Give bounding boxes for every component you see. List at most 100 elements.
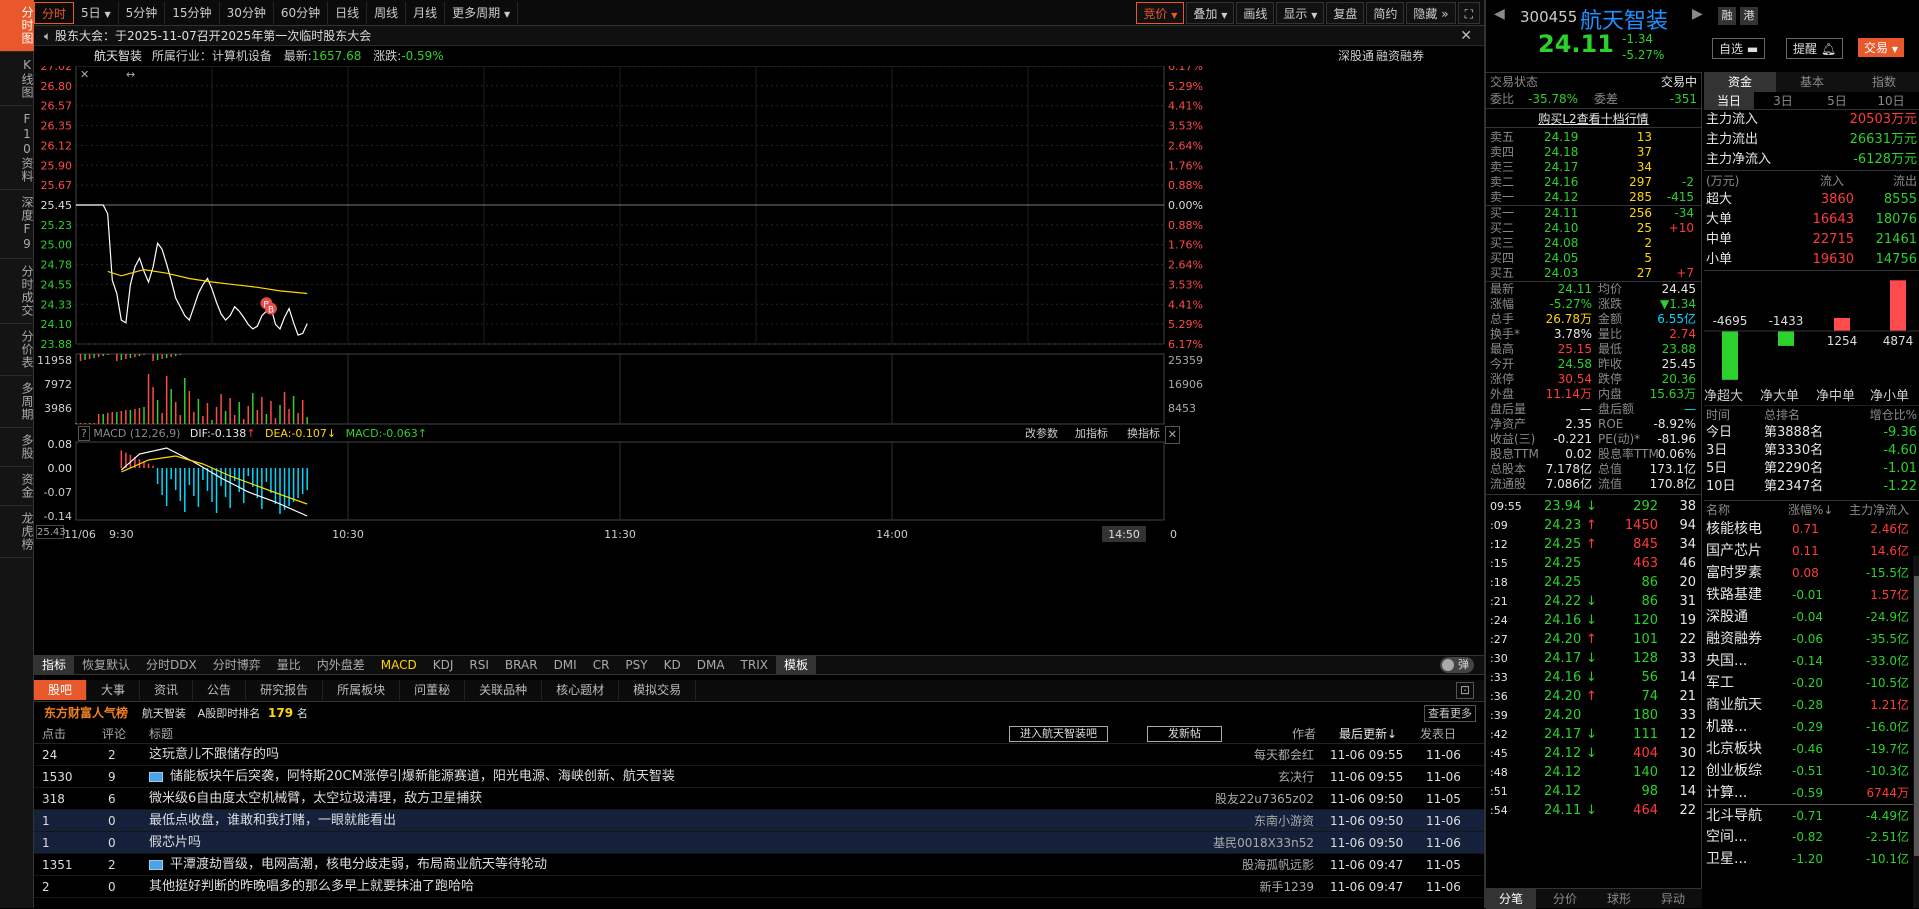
tab-trades[interactable]: 分时成交 (0, 259, 34, 324)
add-watch-button[interactable]: 自选 ▬ (1712, 38, 1766, 59)
col-clicks[interactable]: 点击 (42, 724, 66, 744)
sector-row[interactable]: 富时罗素 0.08 -15.5亿 (1704, 562, 1919, 584)
period-60min[interactable]: 60分钟 (274, 2, 329, 24)
tab-psy[interactable]: PSY (617, 656, 655, 674)
tab-rsi[interactable]: RSI (461, 656, 497, 674)
trade-button[interactable]: 交易 ▼ (1858, 38, 1904, 57)
buy-level[interactable]: 买二 24.10 25 +10 (1486, 221, 1701, 236)
new-post-button[interactable]: 发新帖 (1147, 726, 1222, 742)
col-updated[interactable]: 最后更新↓ (1339, 724, 1397, 744)
next-stock-icon[interactable]: ▶ (1692, 6, 1703, 22)
tick-tab-trades[interactable]: 分笔 (1486, 889, 1536, 909)
tick-tab-price[interactable]: 分价 (1540, 889, 1590, 909)
tab-inner-outer[interactable]: 内外盘差 (309, 656, 373, 674)
buy-level[interactable]: 买五 24.03 27 +7 (1486, 266, 1701, 281)
tab-kline[interactable]: K线图 (0, 52, 34, 106)
period-30min[interactable]: 30分钟 (220, 2, 274, 24)
forum-tab-research[interactable]: 研究报告 (246, 680, 324, 700)
tab-kdj[interactable]: KDJ (425, 656, 462, 674)
forum-tab-sectors[interactable]: 所属板块 (323, 680, 401, 700)
period-15min[interactable]: 15分钟 (165, 2, 220, 24)
tab-macd[interactable]: MACD (373, 656, 425, 674)
tab-multi-stock[interactable]: 多股 (0, 428, 34, 467)
sell-level[interactable]: 卖三 24.17 34 (1486, 160, 1701, 175)
sector-row[interactable]: 创业板综 -0.51 -10.3亿 (1704, 760, 1919, 782)
replay-button[interactable]: 复盘 (1326, 2, 1365, 24)
tab-cr[interactable]: CR (585, 656, 618, 674)
tab-ddx[interactable]: 分时DDX (138, 656, 205, 674)
sector-row[interactable]: 计算... -0.59 6744万 (1704, 782, 1919, 804)
sector-head-flow[interactable]: 主力净流入 (1849, 501, 1909, 519)
sell-level[interactable]: 卖五 24.19 13 (1486, 130, 1701, 145)
period-5d[interactable]: 5日 (1812, 92, 1862, 110)
period-today[interactable]: 当日 (1704, 92, 1754, 110)
edit-params-button[interactable]: 改参数 (1025, 426, 1058, 442)
fullscreen-icon[interactable]: ⛶ (1457, 2, 1480, 24)
auction-button[interactable]: 竞价 ▼ (1136, 2, 1185, 24)
tab-dragon-tiger[interactable]: 龙虎榜 (0, 506, 34, 558)
forum-post-row[interactable]: 24 2 这玩意儿不跟储存的吗 每天都会红 11-06 09:55 11-06 (34, 744, 1484, 766)
popup-toggle[interactable]: 弹 (1440, 657, 1474, 673)
l2-link[interactable]: 购买L2查看十档行情 (1538, 112, 1648, 126)
forum-post-row[interactable]: 1 0 最低点收盘，谁敢和我打赌，一眼就能看出 东南小游资 11-06 09:50 11-… (34, 810, 1484, 832)
sector-row[interactable]: 北斗导航 -0.71 -4.49亿 (1704, 804, 1919, 826)
scrollbar-thumb[interactable] (1914, 576, 1919, 856)
sell-level[interactable]: 卖四 24.18 37 (1486, 145, 1701, 160)
forum-tab-events[interactable]: 大事 (87, 680, 141, 700)
tab-game[interactable]: 分时博弈 (205, 656, 269, 674)
forum-post-row[interactable]: 2 0 其他挺好判断的昨晚唱多的那么多早上就要抹油了跑哈哈 新手1239 11-06 0… (34, 876, 1484, 898)
sector-row[interactable]: 国产芯片 0.11 14.6亿 (1704, 540, 1919, 562)
notice-text[interactable]: 股东大会：于2025-11-07召开2025年第一次临时股东大会 (55, 29, 371, 43)
period-10d[interactable]: 10日 (1866, 92, 1916, 110)
col-author[interactable]: 作者 (1292, 724, 1316, 744)
see-more-button[interactable]: 查看更多 (1424, 705, 1476, 722)
hide-button[interactable]: 隐藏 » (1406, 2, 1456, 24)
sector-row[interactable]: 铁路基建 -0.01 1.57亿 (1704, 584, 1919, 606)
display-button[interactable]: 显示 ▼ (1276, 2, 1325, 24)
sell-level[interactable]: 卖二 24.16 297 -2 (1486, 175, 1701, 190)
hk-badge[interactable]: 港 (1740, 7, 1758, 25)
sector-head-change[interactable]: 涨幅%↓ (1788, 501, 1833, 519)
industry[interactable]: 所属行业：计算机设备 (152, 49, 272, 63)
tab-trix[interactable]: TRIX (733, 656, 776, 674)
enter-forum-button[interactable]: 进入航天智装吧 (1009, 726, 1108, 742)
forum-tab-announcements[interactable]: 公告 (193, 680, 247, 700)
tab-price-table[interactable]: 分价表 (0, 324, 34, 376)
sector-row[interactable]: 空间... -0.82 -2.51亿 (1704, 826, 1919, 848)
forum-post-row[interactable]: 1530 9 储能板块午后突袭，阿特斯20CM涨停引爆新能源赛道，阳光电源、海峡创新… (34, 766, 1484, 788)
forum-tab-related[interactable]: 关联品种 (465, 680, 543, 700)
forum-post-row[interactable]: 1351 2 平潭渡劫晋级，电网高潮，核电分歧走弱，布局商业航天等待轮动 股海孤帆远影… (34, 854, 1484, 876)
col-comments[interactable]: 评论 (102, 724, 126, 744)
forum-tab-guba[interactable]: 股吧 (34, 680, 88, 700)
tab-template[interactable]: 模板 (775, 656, 816, 674)
expand-icon[interactable]: ⊡ (1455, 682, 1474, 699)
margin-badge[interactable]: 融 (1718, 7, 1736, 25)
col-title[interactable]: 标题 (149, 724, 173, 744)
forum-tab-news[interactable]: 资讯 (140, 680, 194, 700)
forum-post-row[interactable]: 318 6 微米级6自由度太空机械臂，太空垃圾清理，敌方卫星捕获 股友22u7365z… (34, 788, 1484, 810)
period-week[interactable]: 周线 (367, 2, 407, 24)
tab-indicator[interactable]: 指标 (34, 656, 75, 674)
change-indicator-button[interactable]: 换指标 (1127, 426, 1160, 442)
sector-row[interactable]: 央国... -0.14 -33.0亿 (1704, 650, 1919, 672)
sell-level[interactable]: 卖一 24.12 285 -415 (1486, 190, 1701, 205)
alert-button[interactable]: 提醒 🔔︎ (1786, 38, 1844, 59)
sector-row[interactable]: 核能核电 0.71 2.46亿 (1704, 518, 1919, 540)
sector-row[interactable]: 北京板块 -0.46 -19.7亿 (1704, 738, 1919, 760)
sector-row[interactable]: 卫星... -1.20 -10.1亿 (1704, 848, 1919, 870)
period-5min[interactable]: 5分钟 (119, 2, 166, 24)
sector-row[interactable]: 机器... -0.29 -16.0亿 (1704, 716, 1919, 738)
tab-dma[interactable]: DMA (689, 656, 733, 674)
period-intraday[interactable]: 分时 (34, 2, 75, 24)
fund-tab-capital[interactable]: 资金 (1704, 72, 1776, 92)
sector-row[interactable]: 军工 -0.20 -10.5亿 (1704, 672, 1919, 694)
period-day[interactable]: 日线 (328, 2, 368, 24)
sector-row[interactable]: 融资融券 -0.06 -35.5亿 (1704, 628, 1919, 650)
prev-stock-icon[interactable]: ◀ (1494, 6, 1505, 22)
buy-level[interactable]: 买四 24.05 5 (1486, 251, 1701, 266)
period-month[interactable]: 月线 (406, 2, 446, 24)
sector-row[interactable]: 商业航天 -0.28 1.21亿 (1704, 694, 1919, 716)
tab-kd[interactable]: KD (656, 656, 689, 674)
sector-row[interactable]: 深股通 -0.04 -24.9亿 (1704, 606, 1919, 628)
period-3d[interactable]: 3日 (1758, 92, 1808, 110)
